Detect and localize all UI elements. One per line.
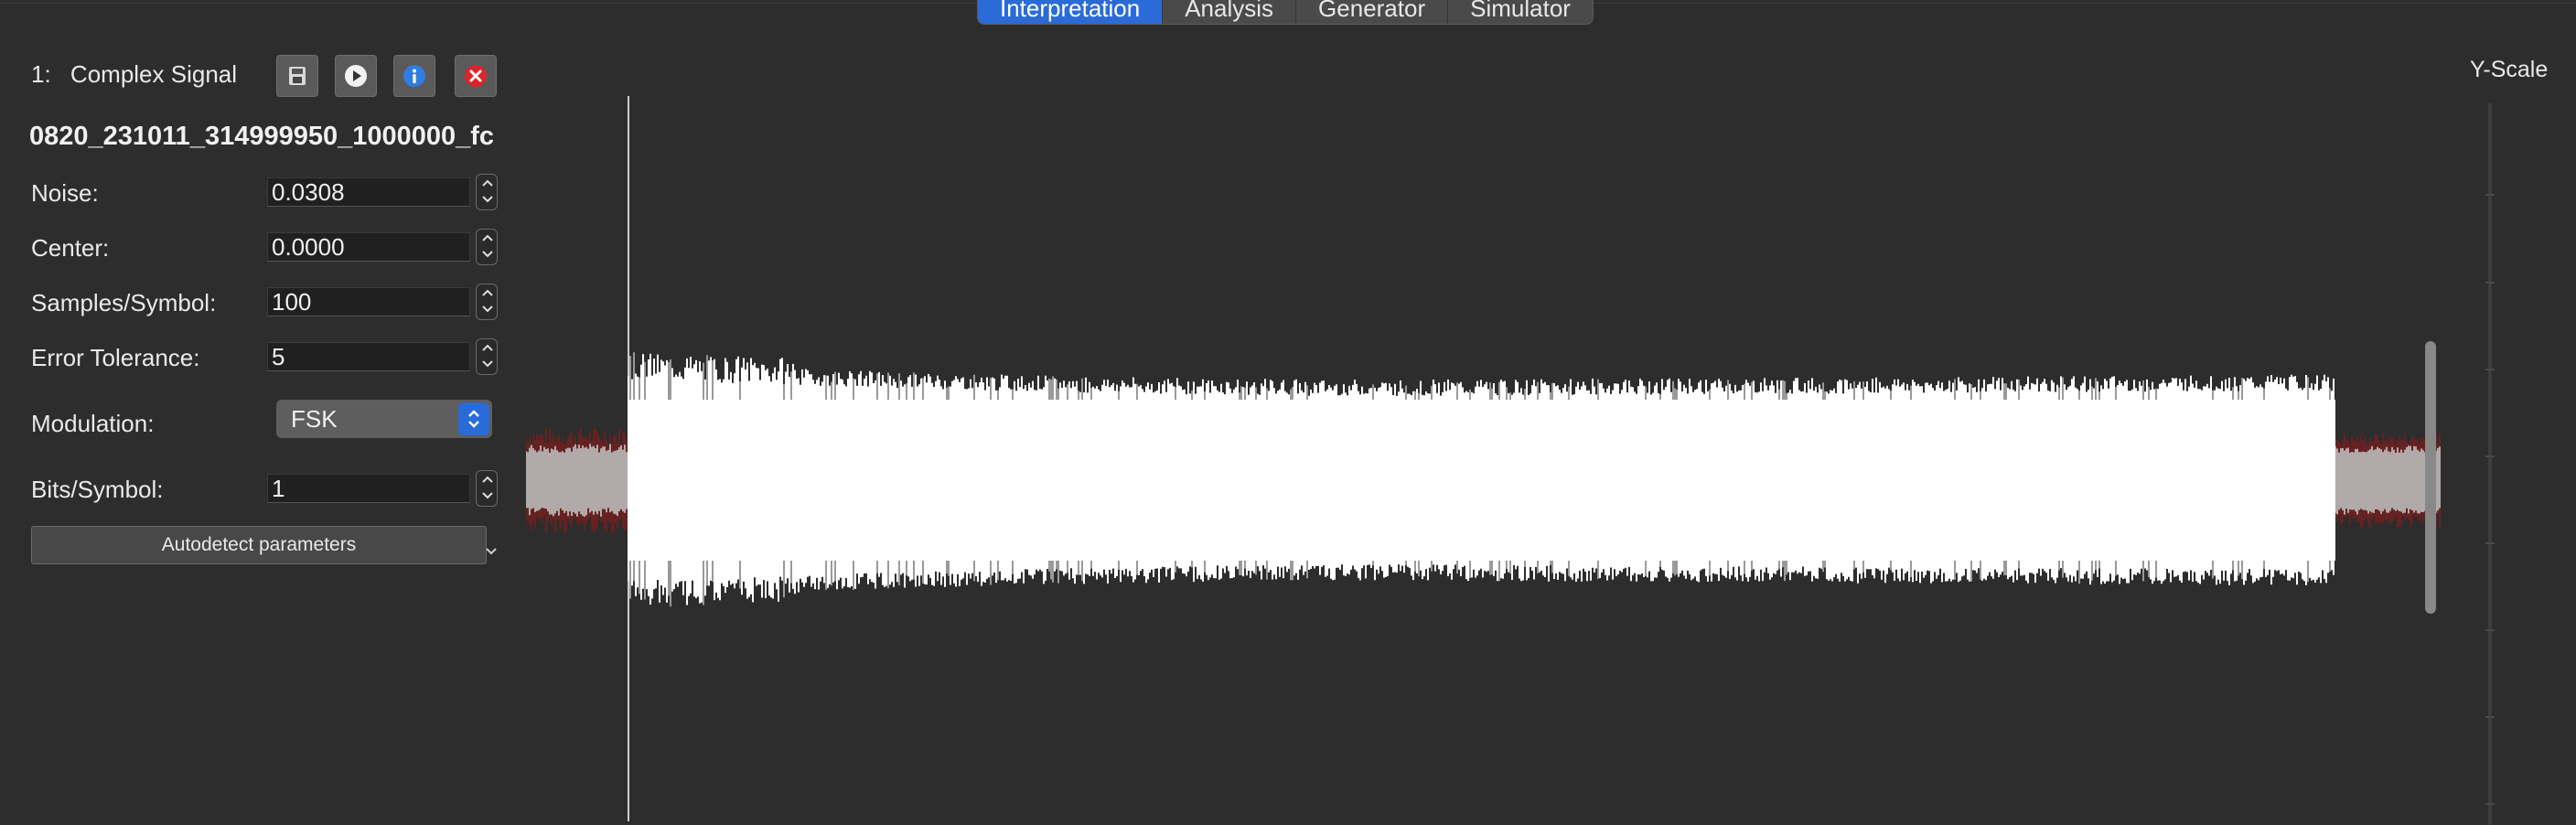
samples-per-symbol-stepper[interactable] bbox=[476, 284, 498, 320]
stepper-arrows-icon bbox=[482, 476, 493, 499]
y-scale-tick bbox=[2485, 194, 2495, 196]
signal-index: 1: bbox=[31, 60, 51, 88]
close-signal-button[interactable] bbox=[455, 55, 497, 97]
signal-title: Complex Signal bbox=[70, 60, 238, 88]
vertical-scrollbar[interactable] bbox=[2425, 341, 2436, 614]
error-tolerance-stepper[interactable] bbox=[476, 338, 498, 375]
bits-per-symbol-input[interactable]: 1 bbox=[267, 474, 470, 503]
y-scale-tick bbox=[2485, 803, 2495, 805]
signal-header: 1: Complex Signal bbox=[31, 60, 237, 89]
stepper-arrows-icon bbox=[482, 344, 493, 368]
y-scale-tick bbox=[2485, 369, 2495, 370]
save-icon bbox=[289, 67, 306, 85]
tab-interpretation[interactable]: Interpretation bbox=[978, 0, 1164, 24]
tab-generator[interactable]: Generator bbox=[1296, 0, 1449, 24]
center-label: Center: bbox=[31, 234, 110, 262]
main-tabbar: Interpretation Analysis Generator Simula… bbox=[977, 0, 1594, 25]
tab-analysis[interactable]: Analysis bbox=[1163, 0, 1297, 24]
play-signal-button[interactable] bbox=[335, 55, 377, 97]
noise-input[interactable]: 0.0308 bbox=[267, 177, 470, 207]
select-arrows-icon bbox=[458, 402, 489, 435]
signal-waveform-view[interactable] bbox=[526, 96, 2447, 821]
tab-simulator[interactable]: Simulator bbox=[1448, 0, 1593, 24]
modulation-label: Modulation: bbox=[31, 410, 155, 437]
signal-info-button[interactable] bbox=[393, 55, 435, 97]
samples-per-symbol-input[interactable]: 100 bbox=[267, 287, 470, 316]
bits-per-symbol-label: Bits/Symbol: bbox=[31, 476, 164, 503]
autodetect-parameters-button[interactable]: Autodetect parameters bbox=[31, 526, 487, 564]
save-signal-button[interactable] bbox=[276, 55, 318, 97]
y-scale-tick bbox=[2485, 455, 2495, 457]
modulation-value: FSK bbox=[291, 405, 338, 433]
chevron-down-icon[interactable] bbox=[485, 547, 498, 556]
noise-stepper[interactable] bbox=[476, 174, 498, 210]
error-tolerance-label: Error Tolerance: bbox=[31, 344, 200, 371]
samples-per-symbol-label: Samples/Symbol: bbox=[31, 289, 217, 316]
y-scale-tick bbox=[2485, 629, 2495, 631]
waveform-trace bbox=[526, 352, 2441, 607]
close-icon bbox=[465, 65, 487, 87]
signal-filename[interactable]: 0820_231011_314999950_1000000_fc bbox=[29, 122, 498, 152]
y-scale-label: Y-Scale bbox=[2470, 57, 2549, 82]
noise-label: Noise: bbox=[31, 179, 99, 207]
center-stepper[interactable] bbox=[476, 229, 498, 265]
center-input[interactable]: 0.0000 bbox=[267, 232, 470, 262]
error-tolerance-input[interactable]: 5 bbox=[267, 342, 470, 371]
y-scale-tick bbox=[2485, 542, 2495, 544]
y-scale-tick bbox=[2485, 716, 2495, 718]
modulation-select[interactable]: FSK bbox=[276, 400, 492, 438]
stepper-arrows-icon bbox=[482, 234, 493, 258]
stepper-arrows-icon bbox=[482, 289, 493, 313]
y-scale-tick bbox=[2485, 282, 2495, 284]
stepper-arrows-icon bbox=[482, 179, 493, 203]
info-icon bbox=[403, 65, 425, 87]
bits-per-symbol-stepper[interactable] bbox=[476, 470, 498, 507]
play-icon bbox=[345, 65, 367, 87]
